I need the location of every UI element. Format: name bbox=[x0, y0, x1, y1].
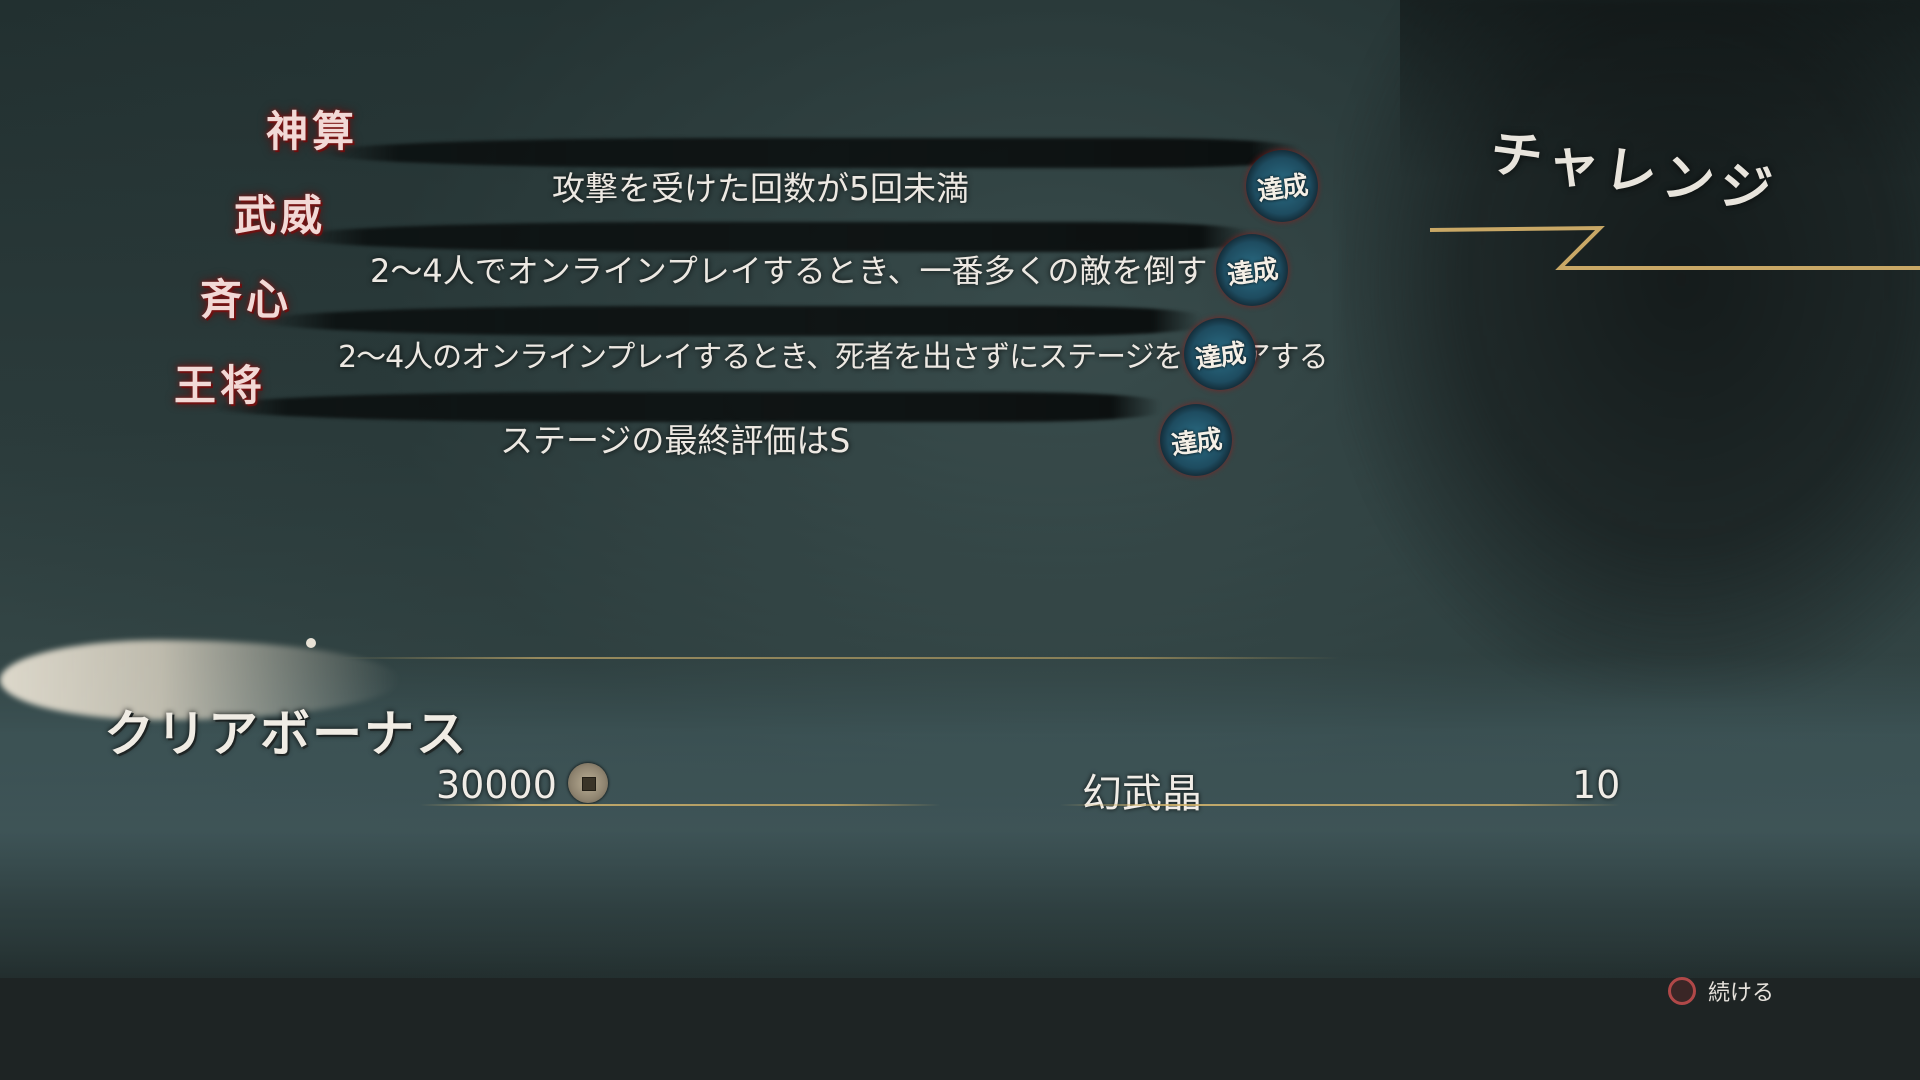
money-underline bbox=[420, 804, 940, 806]
challenge-kanji-label: 斉心 bbox=[200, 275, 293, 324]
achieved-seal-icon: 達成 bbox=[1160, 404, 1232, 476]
achieved-seal-label: 達成 bbox=[1169, 424, 1224, 461]
challenge-row: 神算 攻撃を受けた回数が5回未満 達成 bbox=[250, 107, 1330, 222]
challenge-row: 斉心 2～4人のオンラインプレイするとき、死者を出さずにステージをクリアする 達… bbox=[190, 275, 1329, 390]
challenge-kanji-label: 王将 bbox=[174, 361, 267, 410]
challenge-kanji-label: 武威 bbox=[234, 191, 327, 240]
coin-icon bbox=[568, 763, 608, 803]
continue-button[interactable]: 続ける bbox=[1668, 975, 1774, 1007]
reward-count: 10 bbox=[1572, 763, 1621, 807]
reward-underline bbox=[1060, 804, 1620, 806]
bonus-title: クリアボーナス bbox=[104, 704, 468, 763]
reward-label: 幻武晶 bbox=[1082, 771, 1202, 817]
challenge-row: 王将 ステージの最終評価はS 達成 bbox=[170, 361, 1250, 476]
divider-line bbox=[340, 657, 1340, 659]
challenge-row: 武威 2～4人でオンラインプレイするとき、一番多くの敵を倒す 達成 bbox=[220, 191, 1300, 306]
money-value: 30000 bbox=[436, 763, 557, 807]
footer-bar bbox=[0, 978, 1920, 1080]
results-screen: チャレンジ 神算 攻撃を受けた回数が5回未満 達成 武威 2～4人でオンラインプ… bbox=[0, 0, 1920, 1080]
challenge-kanji-label: 神算 bbox=[266, 107, 359, 156]
challenge-description: ステージの最終評価はS bbox=[500, 421, 851, 460]
ink-dot-decoration bbox=[306, 638, 316, 648]
continue-label: 続ける bbox=[1708, 981, 1775, 1006]
circle-button-icon bbox=[1668, 977, 1696, 1005]
